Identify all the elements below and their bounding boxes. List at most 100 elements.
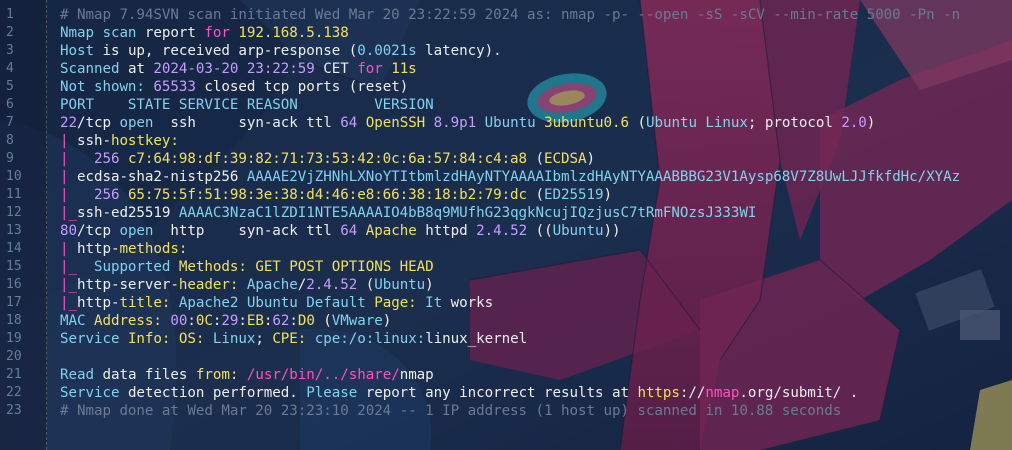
- text-segment: ): [866, 115, 876, 131]
- text-segment: 22: [60, 115, 77, 131]
- text-segment: 3ubuntu0.6: [544, 115, 629, 131]
- line-number: 15: [6, 259, 22, 274]
- line-number: 8: [6, 133, 14, 148]
- text-segment: 00: [170, 313, 188, 329]
- line-number: 10: [6, 169, 22, 184]
- nmap-output-text[interactable]: # Nmap 7.94SVN scan initiated Wed Mar 20…: [60, 6, 1012, 446]
- line-number: 20: [6, 349, 22, 364]
- text-segment: 64: [340, 115, 366, 131]
- text-segment: 80: [60, 223, 77, 239]
- text-segment: ): [586, 151, 596, 167]
- text-segment: Page:: [374, 295, 426, 311]
- text-segment: Ubuntu: [552, 223, 604, 239]
- text-segment: nmap: [705, 385, 740, 401]
- text-segment: http-: [76, 295, 120, 311]
- line-number: 18: [6, 313, 22, 328]
- text-segment: |_: [60, 205, 77, 221]
- text-segment: MAC: [60, 313, 94, 329]
- text-segment: # Nmap 7.94SVN scan initiated Wed Mar 20…: [60, 7, 961, 23]
- text-segment: c7:64:98:df:39:82:71:73:53:42:0c:6a:57:8…: [127, 151, 528, 167]
- text-segment: Service: [60, 385, 128, 401]
- text-segment: ssh syn-ack ttl: [170, 115, 341, 131]
- text-segment: Scanned: [60, 61, 128, 77]
- text-segment: AAAAC3NzaC1lZDI1NTE5AAAAIO4bB8q9MUfhG23q…: [178, 205, 757, 221]
- line-number: 13: [6, 223, 22, 238]
- text-segment: /: [297, 277, 307, 293]
- text-segment: works: [450, 295, 494, 311]
- output-line: PORT STATE SERVICE REASON VERSION: [60, 96, 1012, 114]
- text-segment: |_: [60, 295, 77, 311]
- output-line: # Nmap 7.94SVN scan initiated Wed Mar 20…: [60, 6, 1012, 24]
- text-segment: Please: [306, 385, 366, 401]
- text-segment: Read: [60, 367, 103, 383]
- text-segment: 65:75:5f:51:98:3e:38:d4:46:e8:66:38:18:b…: [127, 187, 528, 203]
- text-segment: Supported: [93, 259, 179, 275]
- text-segment: 2.4.52: [306, 277, 358, 293]
- output-line: Read data files from: /usr/bin/../share/…: [60, 366, 1012, 384]
- text-segment: GET POST OPTIONS HEAD: [255, 259, 434, 275]
- output-line: |_ssh-ed25519 AAAAC3NzaC1lZDI1NTE5AAAAIO…: [60, 204, 1012, 222]
- line-number: 11: [6, 187, 22, 202]
- text-segment: Ubuntu Linux: [645, 115, 748, 131]
- line-number: 16: [6, 277, 22, 292]
- text-segment: It: [425, 295, 451, 311]
- text-segment: PORT STATE SERVICE REASON VERSION: [60, 97, 434, 113]
- text-segment: |: [60, 169, 77, 185]
- text-segment: |_: [60, 277, 77, 293]
- text-segment: from:: [195, 367, 247, 383]
- text-segment: Linux: [212, 331, 256, 347]
- output-line: | http-methods:: [60, 240, 1012, 258]
- text-segment: |: [60, 187, 94, 203]
- text-segment: 64: [340, 223, 366, 239]
- output-line: 80/tcp open http syn-ack ttl 64 Apache h…: [60, 222, 1012, 240]
- text-segment: Apache2 Ubuntu Default: [178, 295, 375, 311]
- text-segment: |: [60, 151, 94, 167]
- text-segment: OpenSSH: [365, 115, 434, 131]
- text-segment: 256: [93, 187, 128, 203]
- text-segment: for: [204, 25, 239, 41]
- text-segment: latency).: [416, 43, 502, 59]
- text-segment: Host: [60, 43, 103, 59]
- text-segment: 2024-03-20 23:22:59: [153, 61, 315, 77]
- text-segment: :: [187, 313, 196, 329]
- output-line: Scanned at 2024-03-20 23:22:59 CET for 1…: [60, 60, 1012, 78]
- text-segment: 0.0021s: [357, 43, 417, 59]
- line-number-gutter: 1 2 3 4 5 6 7 8 9 10 11 12 13 14 15 16 17 18 19 20 21 22 23: [0, 0, 47, 450]
- text-segment: /tcp: [76, 115, 120, 131]
- line-number: 23: [6, 403, 22, 418]
- text-segment: report: [144, 25, 205, 41]
- text-segment: CPE:: [272, 331, 315, 347]
- line-number: 21: [6, 367, 22, 382]
- text-segment: (: [314, 313, 332, 329]
- text-segment: at: [127, 61, 154, 77]
- line-number: 3: [6, 43, 14, 58]
- text-segment: /usr/bin/../share/: [246, 367, 400, 383]
- line-number: 6: [6, 97, 14, 112]
- output-line: |_ Supported Methods: GET POST OPTIONS H…: [60, 258, 1012, 276]
- text-segment: ECDSA: [544, 151, 587, 167]
- text-segment: ssh-: [76, 133, 111, 149]
- line-number: 2: [6, 25, 14, 40]
- text-segment: 2.4.52: [476, 223, 528, 239]
- output-line: |_http-server-header: Apache/2.4.52 (Ubu…: [60, 276, 1012, 294]
- text-segment: title:: [119, 295, 179, 311]
- line-number: 4: [6, 61, 14, 76]
- text-segment: ; protocol: [747, 115, 842, 131]
- text-segment: AAAAE2VjZHNhLXNoYTItbmlzdHAyNTYAAAAIbmlz…: [246, 169, 961, 185]
- text-segment: # Nmap done at Wed Mar 20 23:23:10 2024 …: [60, 403, 842, 419]
- text-segment: open: [119, 223, 171, 239]
- text-segment: 192.168.5.138: [238, 25, 349, 41]
- text-segment: Service: [60, 331, 128, 347]
- text-segment: ): [425, 277, 434, 293]
- text-segment: 0C: [195, 313, 213, 329]
- text-segment: (: [629, 115, 646, 131]
- text-segment: |: [60, 133, 77, 149]
- text-segment: 65533: [153, 79, 196, 95]
- line-number: 12: [6, 205, 22, 220]
- text-segment: (: [527, 187, 545, 203]
- text-segment: (: [357, 277, 375, 293]
- output-line: | ssh-hostkey:: [60, 132, 1012, 150]
- line-number: 14: [6, 241, 22, 256]
- text-segment: VMware: [331, 313, 383, 329]
